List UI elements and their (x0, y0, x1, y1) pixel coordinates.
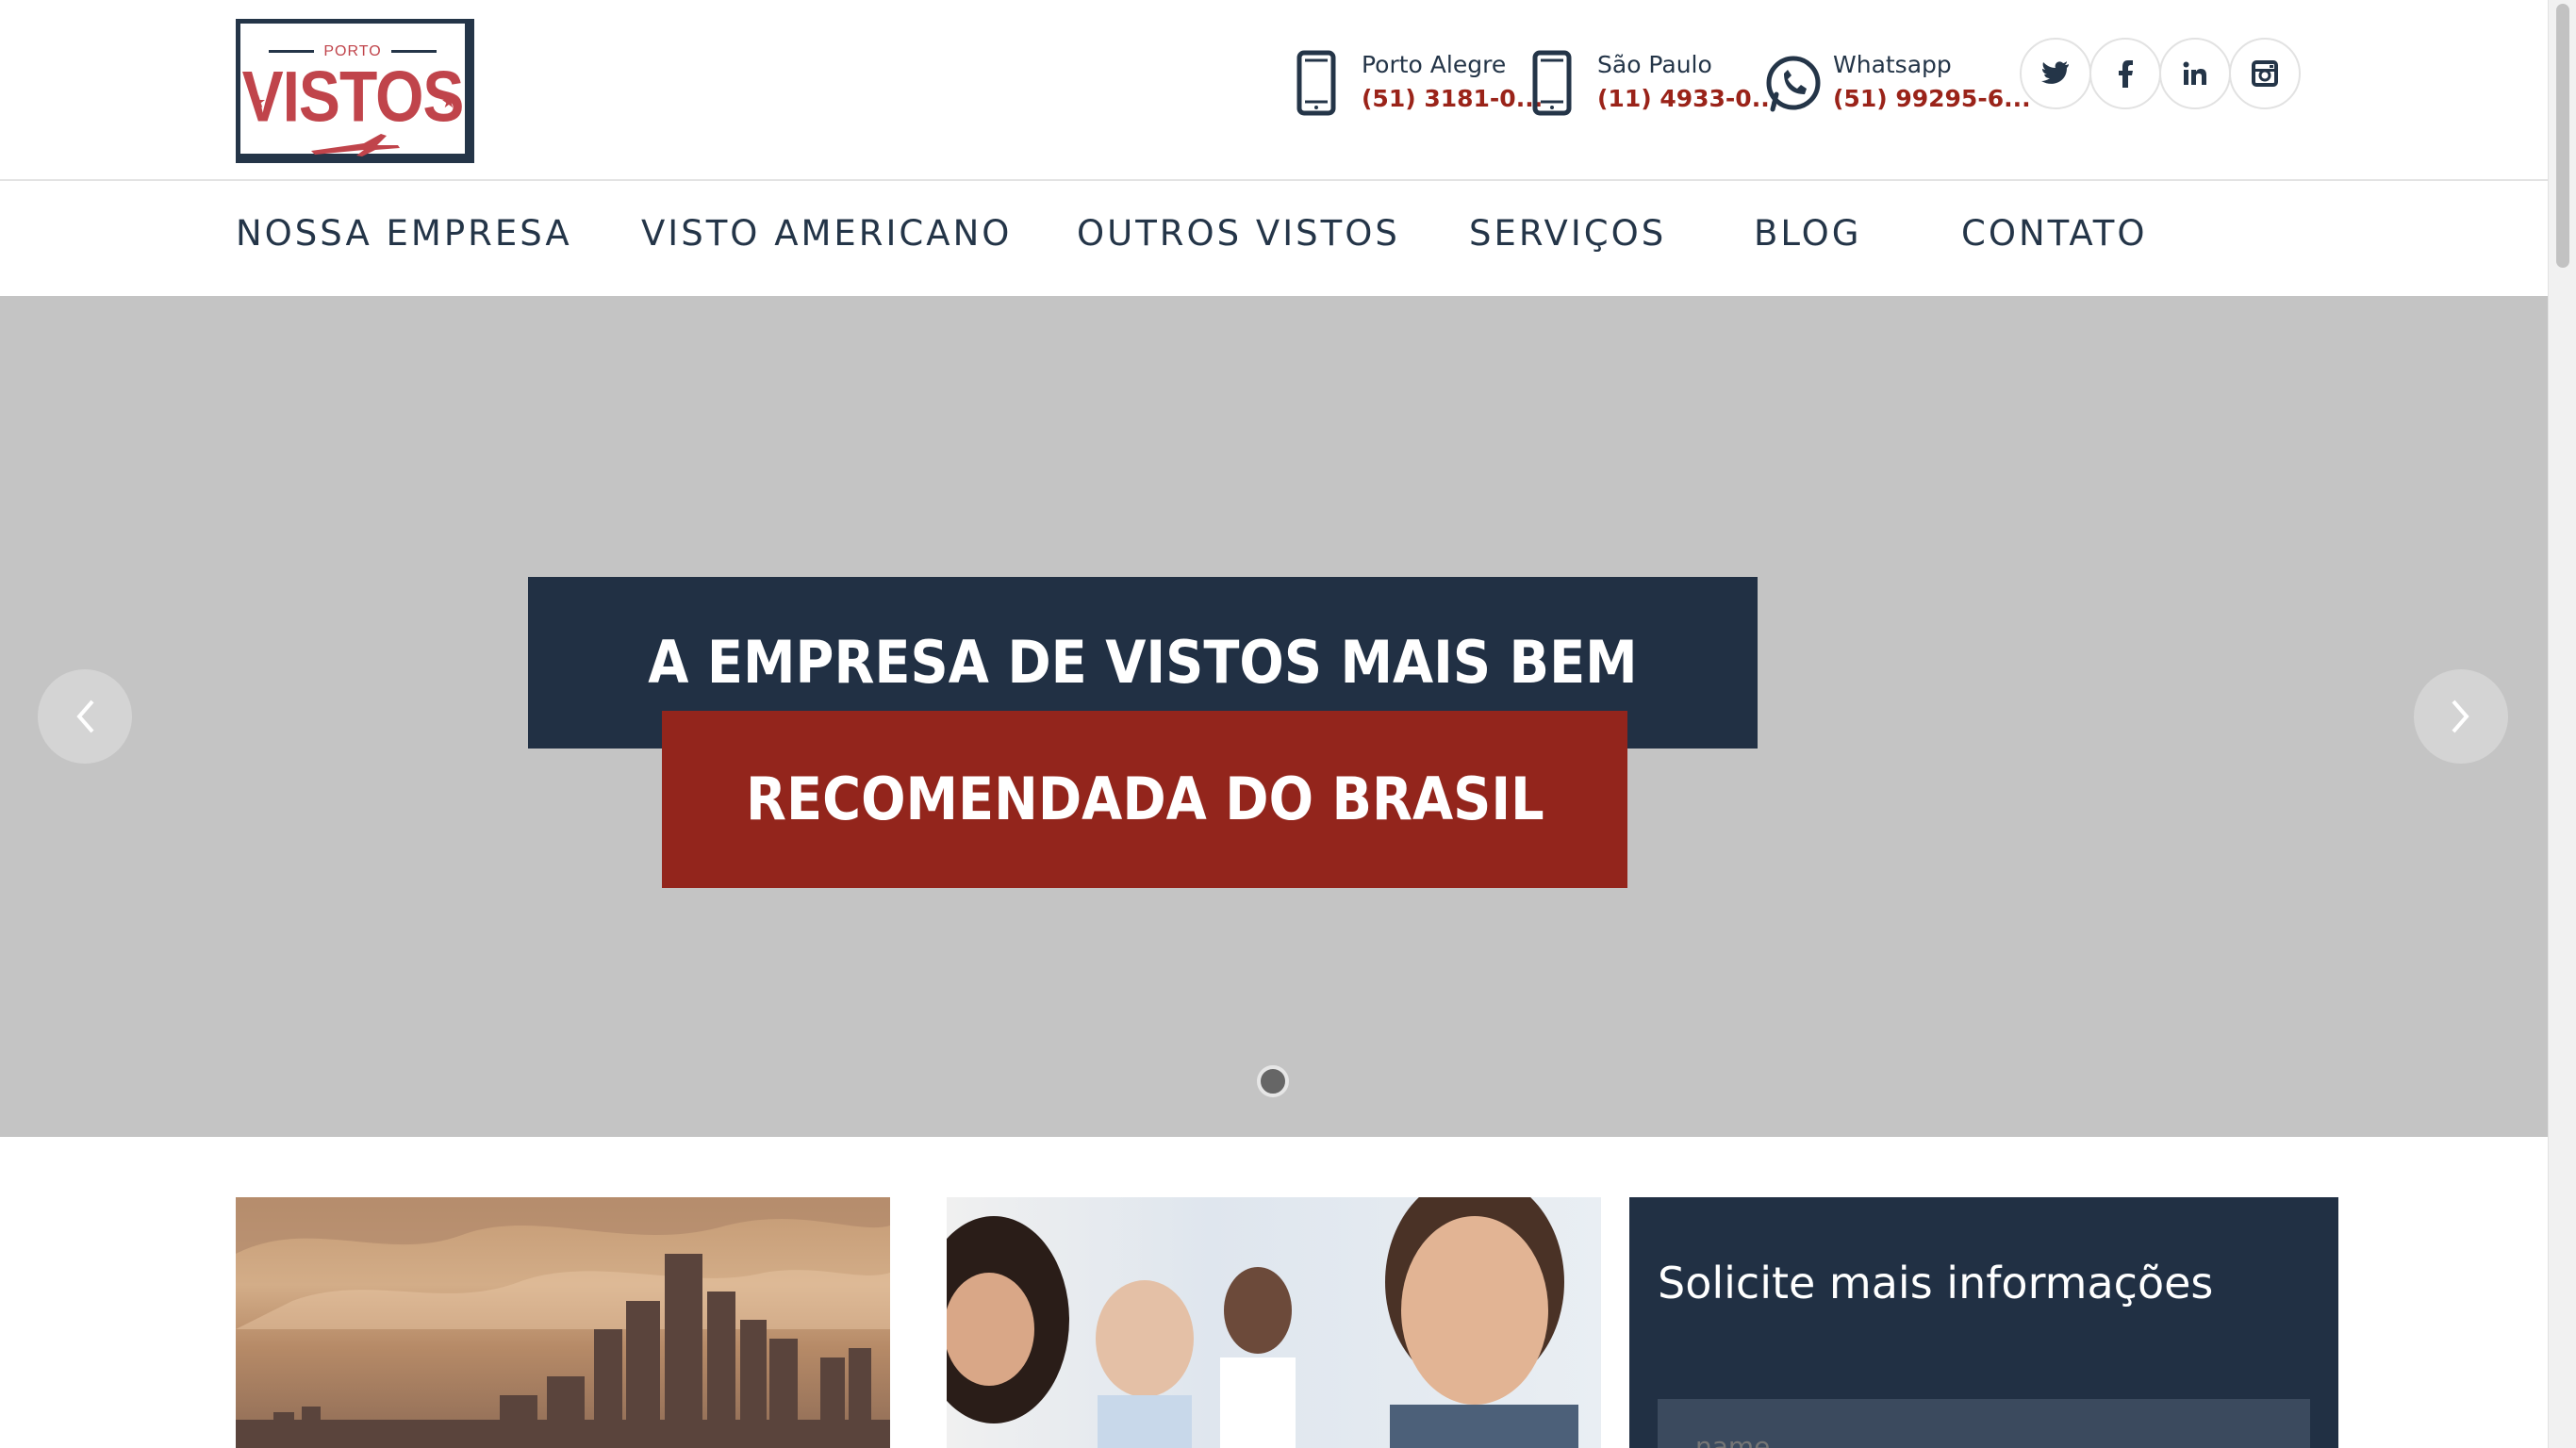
contact-number[interactable]: (11) 4933-0... (1597, 85, 1778, 112)
facebook-icon (2119, 60, 2133, 88)
contact-city: Porto Alegre (1362, 51, 1507, 78)
hero-headline-line-2: RECOMENDADA DO BRASIL (662, 711, 1627, 888)
team-people-image[interactable] (947, 1197, 1601, 1448)
people-illustration (947, 1197, 1578, 1448)
city-skyline-image[interactable] (236, 1197, 890, 1448)
chevron-left-icon (76, 699, 94, 733)
contact-whatsapp[interactable]: Whatsapp (51) 99295-6... (1765, 47, 2031, 123)
slider-next-button[interactable] (2414, 669, 2508, 764)
instagram-button[interactable] (2229, 38, 2301, 109)
logo-vistos-text: VISTOS (241, 56, 465, 137)
phone-icon (1532, 50, 1572, 116)
logo-star-right: ★ (440, 92, 456, 112)
nav-item-contato[interactable]: CONTATO (1961, 213, 2148, 254)
contact-porto-alegre[interactable]: Porto Alegre (51) 3181-0... (1294, 47, 1543, 123)
logo-star-left: ★ (251, 92, 267, 112)
main-nav: NOSSA EMPRESA VISTO AMERICANO OUTROS VIS… (0, 183, 2548, 296)
contact-city: São Paulo (1597, 51, 1712, 78)
name-field[interactable] (1658, 1399, 2310, 1448)
porto-vistos-logo[interactable]: PORTO VISTOS ★ ★ (236, 19, 474, 163)
linkedin-icon (2183, 61, 2206, 85)
facebook-button[interactable] (2089, 38, 2161, 109)
nav-item-visto-americano[interactable]: VISTO AMERICANO (641, 213, 1012, 254)
instagram-icon (2252, 60, 2278, 87)
form-title: Solicite mais informações (1658, 1258, 2214, 1308)
nav-item-nossa-empresa[interactable]: NOSSA EMPRESA (236, 213, 572, 254)
contact-number[interactable]: (51) 99295-6... (1833, 85, 2031, 112)
page-scrollbar[interactable] (2548, 0, 2576, 1448)
skyline-illustration (236, 1197, 890, 1448)
site-header: PORTO VISTOS ★ ★ Porto Alegre (51) 3181-… (0, 0, 2548, 181)
linkedin-button[interactable] (2159, 38, 2231, 109)
info-request-form: Solicite mais informações (1629, 1197, 2338, 1448)
nav-item-servicos[interactable]: SERVIÇOS (1469, 213, 1666, 254)
twitter-icon (2041, 61, 2069, 84)
contact-number[interactable]: (51) 3181-0... (1362, 85, 1543, 112)
phone-icon (1296, 50, 1336, 116)
chevron-right-icon (2452, 699, 2469, 733)
airplane-icon (311, 134, 400, 156)
slider-dot-active[interactable] (1257, 1065, 1289, 1097)
contact-sao-paulo[interactable]: São Paulo (11) 4933-0... (1529, 47, 1778, 123)
nav-item-outros-vistos[interactable]: OUTROS VISTOS (1077, 213, 1400, 254)
hero-slider: A EMPRESA DE VISTOS MAIS BEM RECOMENDADA… (0, 296, 2548, 1137)
twitter-button[interactable] (2020, 38, 2091, 109)
scrollbar-thumb[interactable] (2556, 4, 2569, 268)
contact-city: Whatsapp (1833, 51, 1952, 78)
slider-prev-button[interactable] (38, 669, 132, 764)
whatsapp-icon (1766, 56, 1821, 112)
nav-item-blog[interactable]: BLOG (1754, 213, 1861, 254)
